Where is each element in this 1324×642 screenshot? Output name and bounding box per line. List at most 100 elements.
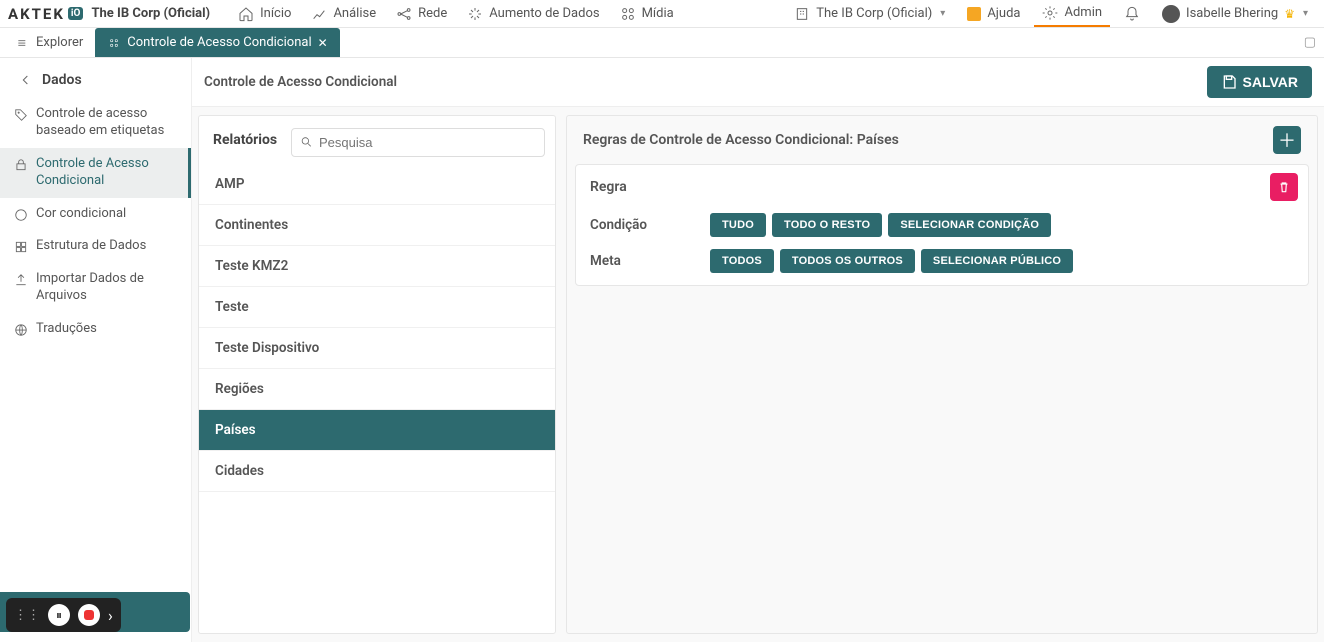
report-item[interactable]: Continentes [199,205,555,246]
reports-list: AMP Continentes Teste KMZ2 Teste Teste D… [199,164,555,492]
report-item-active[interactable]: Países [199,410,555,451]
nav-inicio-label: Início [260,6,291,21]
globe-icon [14,323,28,337]
target-btn-others[interactable]: TODOS OS OUTROS [780,249,915,273]
reports-tab-label: Relatórios [209,126,281,158]
pause-icon [56,608,62,623]
next-button[interactable]: › [108,606,113,625]
condition-btn-rest[interactable]: TODO O RESTO [772,213,882,237]
trash-icon [1277,180,1291,194]
sidebar-header-label: Dados [42,72,82,88]
condition-btn-all[interactable]: TUDO [710,213,766,237]
search-icon [300,135,313,149]
add-rule-button[interactable]: ＋ [1273,126,1301,154]
user-name: Isabelle Bhering [1186,6,1278,21]
network-icon [396,6,412,22]
rule-card: Regra Condição TUDO TODO O RESTO SELECIO… [575,164,1309,286]
media-icon [620,6,636,22]
chevron-down-icon: ▾ [940,8,945,19]
sidebar-item-data-structure[interactable]: Estrutura de Dados [0,230,191,263]
chevron-down-icon: ▾ [1303,8,1308,19]
sidebar-item-import[interactable]: Importar Dados de Arquivos [0,263,191,313]
content-header: Controle de Acesso Condicional SALVAR [192,58,1324,107]
report-item[interactable]: Regiões [199,369,555,410]
top-nav-right: The IB Corp (Oficial) ▾ Ajuda Admin Isab… [786,1,1316,27]
top-nav-items: Início Análise Rede Aumento de Dados Míd… [228,2,684,26]
grid-icon [14,240,28,254]
tab-explorer[interactable]: Explorer [4,28,95,57]
tab-current[interactable]: Controle de Acesso Condicional ✕ [95,28,339,57]
nav-rede-label: Rede [418,6,447,21]
report-item[interactable]: AMP [199,164,555,205]
brand-name: AKTEK [8,5,65,23]
nav-aumento[interactable]: Aumento de Dados [457,2,609,26]
search-input[interactable] [319,135,536,150]
sidebar-item-conditional-access[interactable]: Controle de Acesso Condicional [0,148,191,198]
sidebar-item-conditional-color[interactable]: Cor condicional [0,198,191,231]
org-selector[interactable]: The IB Corp (Oficial) ▾ [786,2,953,26]
rule-heading: Regra [590,179,627,195]
sidebar-item-translations[interactable]: Traduções [0,313,191,346]
sidebar-item-label: Controle de Acesso Condicional [36,156,180,190]
nav-ajuda[interactable]: Ajuda [959,2,1028,25]
delete-rule-button[interactable] [1270,173,1298,201]
org-selector-label: The IB Corp (Oficial) [816,6,932,21]
upload-icon [14,273,28,287]
recording-widget[interactable]: ⋮⋮ › [6,598,121,632]
rules-header: Regras de Controle de Acesso Condicional… [575,116,1309,164]
target-btn-select[interactable]: SELECIONAR PÚBLICO [921,249,1073,273]
sidebar-item-label: Cor condicional [36,206,126,223]
plus-icon: ＋ [1278,127,1296,153]
nav-analise[interactable]: Análise [301,2,386,26]
reports-panel: Relatórios AMP Continentes Teste KMZ2 Te… [198,115,556,634]
nav-inicio[interactable]: Início [228,2,301,26]
report-item[interactable]: Teste KMZ2 [199,246,555,287]
close-icon[interactable]: ✕ [318,36,328,50]
maximize-icon[interactable]: ▢ [1304,35,1316,50]
sidebar-item-label: Estrutura de Dados [36,238,146,255]
nav-admin[interactable]: Admin [1034,1,1110,27]
save-button[interactable]: SALVAR [1207,66,1312,98]
save-button-label: SALVAR [1243,74,1298,90]
drag-handle-icon[interactable]: ⋮⋮ [14,608,40,623]
nav-rede[interactable]: Rede [386,2,457,26]
reports-search[interactable] [291,128,545,157]
tab-current-label: Controle de Acesso Condicional [127,35,311,50]
crown-icon: ♛ [1284,7,1295,21]
rule-row-target: Meta TODOS TODOS OS OUTROS SELECIONAR PÚ… [590,249,1298,273]
gear-icon [1042,5,1058,21]
sidebar: Dados Controle de acesso baseado em etiq… [0,58,192,642]
help-icon [967,7,981,21]
condition-buttons: TUDO TODO O RESTO SELECIONAR CONDIÇÃO [710,213,1051,237]
nav-analise-label: Análise [333,6,376,21]
user-menu[interactable]: Isabelle Bhering ♛ ▾ [1154,1,1316,27]
rules-title-target: Países [857,132,899,148]
content-body: Relatórios AMP Continentes Teste KMZ2 Te… [192,107,1324,642]
nav-aumento-label: Aumento de Dados [489,6,599,21]
nav-ajuda-label: Ajuda [987,6,1020,21]
rule-card-header: Regra [590,173,1298,201]
sidebar-list: Controle de acesso baseado em etiquetas … [0,98,191,346]
tag-icon [14,108,28,122]
rules-panel: Regras de Controle de Acesso Condicional… [566,115,1318,634]
report-item[interactable]: Teste Dispositivo [199,328,555,369]
arrow-left-icon [18,72,34,88]
notifications-button[interactable] [1116,2,1148,26]
sidebar-item-label: Importar Dados de Arquivos [36,271,183,305]
report-item[interactable]: Teste [199,287,555,328]
sidebar-back[interactable]: Dados [0,58,191,98]
tab-strip: Explorer Controle de Acesso Condicional … [0,28,1324,58]
condition-btn-select[interactable]: SELECIONAR CONDIÇÃO [888,213,1051,237]
reports-header: Relatórios [199,116,555,158]
report-item[interactable]: Cidades [199,451,555,492]
save-icon [1221,74,1237,90]
target-btn-all[interactable]: TODOS [710,249,774,273]
pause-button[interactable] [48,604,70,626]
sidebar-item-labels-access[interactable]: Controle de acesso baseado em etiquetas [0,98,191,148]
home-icon [238,6,254,22]
stop-button[interactable] [78,604,100,626]
nav-midia[interactable]: Mídia [610,2,684,26]
target-label: Meta [590,253,710,269]
rule-row-condition: Condição TUDO TODO O RESTO SELECIONAR CO… [590,213,1298,237]
nav-midia-label: Mídia [642,6,674,21]
